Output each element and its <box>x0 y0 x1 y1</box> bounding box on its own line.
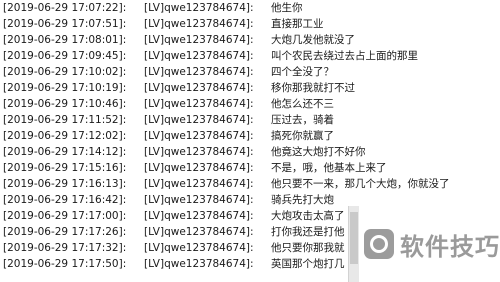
log-message: 叫个农民去绕过去占上面的那里 <box>271 50 418 62</box>
log-username: [LV]qwe123784674]: <box>144 82 254 94</box>
log-timestamp: [2019-06-29 17:17:50]: <box>3 258 127 270</box>
log-message: 他生你 <box>271 2 303 14</box>
log-message: 直接那工业 <box>271 18 324 30</box>
log-username: [LV]qwe123784674]: <box>144 178 254 190</box>
log-timestamp: [2019-06-29 17:17:00]: <box>3 210 127 222</box>
log-username: [LV]qwe123784674]: <box>144 18 254 30</box>
watermark: 软件技巧 <box>364 226 500 262</box>
log-message: 英国那个炮打几 <box>271 258 345 270</box>
log-timestamp: [2019-06-29 17:16:13]: <box>3 178 127 190</box>
log-username: [LV]qwe123784674]: <box>144 66 254 78</box>
log-username: [LV]qwe123784674]: <box>144 162 254 174</box>
log-timestamp: [2019-06-29 17:11:52]: <box>3 114 127 126</box>
log-message: 四个全没了？ <box>271 66 334 78</box>
log-timestamp: [2019-06-29 17:09:45]: <box>3 50 127 62</box>
log-username: [LV]qwe123784674]: <box>144 98 254 110</box>
log-timestamp: [2019-06-29 17:15:16]: <box>3 162 127 174</box>
log-username: [LV]qwe123784674]: <box>144 34 254 46</box>
log-username: [LV]qwe123784674]: <box>144 258 254 270</box>
log-timestamp: [2019-06-29 17:14:12]: <box>3 146 127 158</box>
log-username: [LV]qwe123784674]: <box>144 146 254 158</box>
log-message: 打你我还是打他 <box>271 226 345 238</box>
log-username: [LV]qwe123784674]: <box>144 226 254 238</box>
log-username: [LV]qwe123784674]: <box>144 130 254 142</box>
log-timestamp: [2019-06-29 17:17:26]: <box>3 226 127 238</box>
log-timestamp: [2019-06-29 17:10:46]: <box>3 98 127 110</box>
log-message: 他竟这大炮打不好你 <box>271 146 366 158</box>
log-username: [LV]qwe123784674]: <box>144 242 254 254</box>
log-timestamp: [2019-06-29 17:16:42]: <box>3 194 127 206</box>
log-message: 搞死你就赢了 <box>271 130 334 142</box>
brand-logo-icon <box>364 229 394 259</box>
log-message: 不是，哦，他基本上来了 <box>271 162 387 174</box>
log-timestamp: [2019-06-29 17:12:02]: <box>3 130 127 142</box>
log-message: 大炮几发他就没了 <box>271 34 355 46</box>
log-timestamp: [2019-06-29 17:07:22]: <box>3 2 127 14</box>
log-message: 大炮攻击太高了 <box>271 210 345 222</box>
scrollbar-thumb[interactable] <box>350 212 358 264</box>
watermark-text: 软件技巧 <box>400 232 500 261</box>
log-username: [LV]qwe123784674]: <box>144 194 254 206</box>
log-username: [LV]qwe123784674]: <box>144 114 254 126</box>
log-timestamp: [2019-06-29 17:17:32]: <box>3 242 127 254</box>
log-message: 移你那我就打不过 <box>271 82 355 94</box>
log-scrollbar[interactable] <box>348 206 359 282</box>
log-message: 他只要你那我就 <box>271 242 345 254</box>
log-message: 他只要不一来，那几个大炮，你就没了 <box>271 178 450 190</box>
log-username: [LV]qwe123784674]: <box>144 210 254 222</box>
log-username: [LV]qwe123784674]: <box>144 2 254 14</box>
log-message: 他怎么还不三 <box>271 98 334 110</box>
log-timestamp: [2019-06-29 17:08:01]: <box>3 34 127 46</box>
log-timestamp: [2019-06-29 17:10:02]: <box>3 66 127 78</box>
log-message: 骑兵先打大炮 <box>271 194 334 206</box>
log-timestamp: [2019-06-29 17:07:51]: <box>3 18 127 30</box>
log-message: 压过去，骑着 <box>271 114 334 126</box>
log-timestamp: [2019-06-29 17:10:19]: <box>3 82 127 94</box>
log-username: [LV]qwe123784674]: <box>144 50 254 62</box>
